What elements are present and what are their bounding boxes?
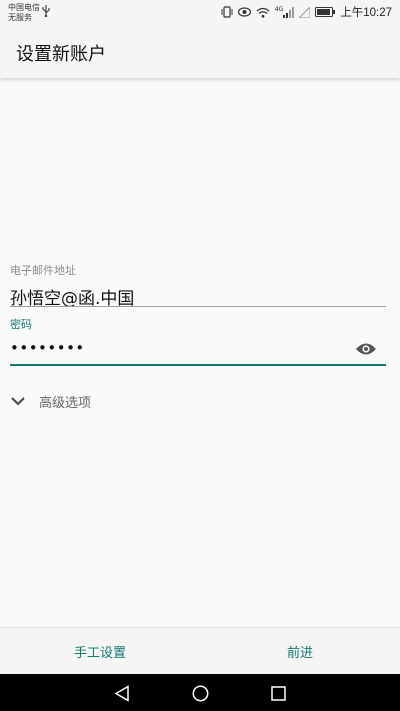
home-button[interactable] [190,683,210,703]
back-triangle-icon [114,684,129,702]
network-type-label: 4G [274,5,284,13]
home-circle-icon [192,685,208,701]
recents-square-icon [270,685,286,701]
carrier-info: 中国电信 无服务 [8,3,40,23]
navigation-bar [0,674,400,711]
page-title: 设置新账户 [16,44,106,65]
next-button[interactable]: 前进 [200,628,400,675]
status-bar: 中国电信 无服务 4G 上午10:27 [0,0,400,26]
usb-icon [42,5,50,17]
signal-icon [283,6,295,18]
password-field[interactable]: •••••••• [10,339,85,357]
password-label: 密码 [10,318,32,331]
wifi-icon [256,7,270,18]
advanced-options-toggle[interactable]: 高级选项 [10,390,91,412]
eye-icon [356,343,376,355]
battery-icon [315,7,336,17]
button-bar: 手工设置 前进 [0,627,400,674]
show-password-button[interactable] [353,338,379,360]
vibrate-icon [221,6,233,18]
app-bar: 设置新账户 [0,26,400,78]
clock: 上午10:27 [340,7,392,19]
signal-empty-icon [299,6,311,18]
advanced-options-label: 高级选项 [39,395,92,411]
password-underline [10,364,386,366]
chevron-down-icon [11,397,25,406]
service-status: 无服务 [8,13,32,22]
manual-setup-button[interactable]: 手工设置 [0,628,200,675]
eye-comfort-icon [237,7,251,17]
carrier-name: 中国电信 [8,3,40,12]
status-icons: 4G 上午10:27 [221,4,392,20]
back-button[interactable] [112,683,132,703]
email-label: 电子邮件地址 [10,264,76,277]
email-underline [10,306,386,307]
recents-button[interactable] [268,683,288,703]
